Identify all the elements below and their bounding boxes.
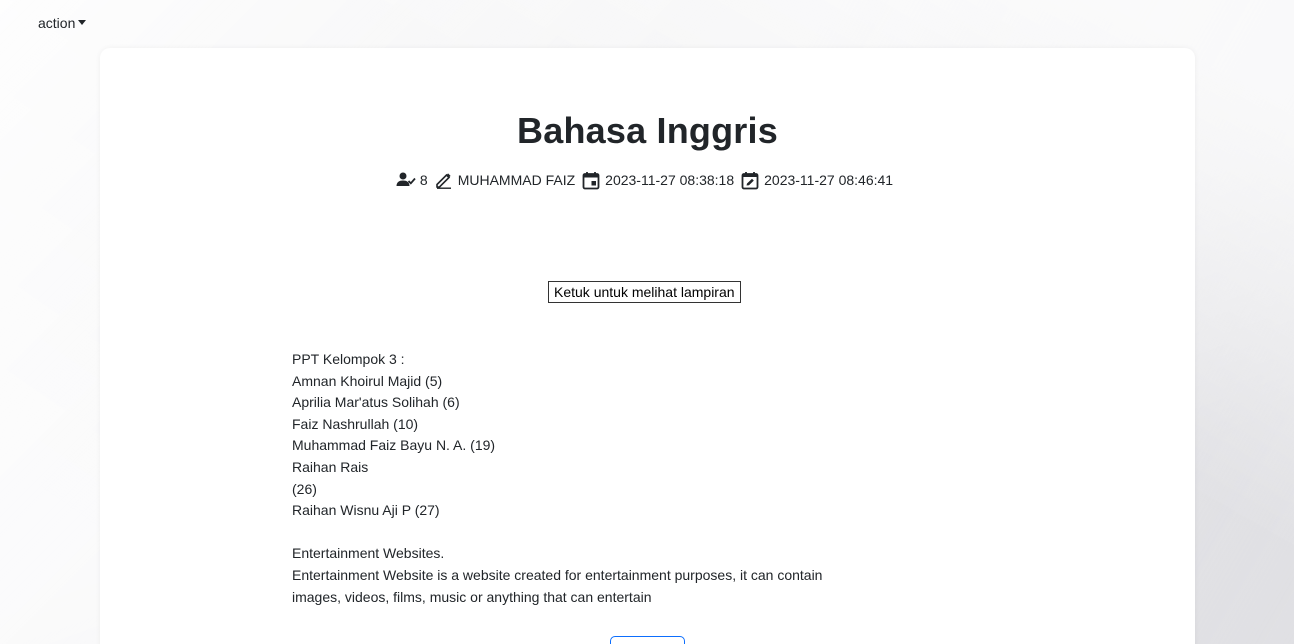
pencil-icon <box>434 170 454 190</box>
created-date: 2023-11-27 08:38:18 <box>605 172 735 188</box>
caret-down-icon <box>78 19 87 25</box>
bottom-action-button[interactable] <box>610 636 685 644</box>
body-line <box>292 522 852 544</box>
body-line: Entertainment Websites. <box>292 545 445 562</box>
person-check-icon <box>396 170 416 190</box>
body-line: Amnan Khoirul Majid (5) <box>292 372 443 389</box>
body-line: Muhammad Faiz Bayu N. A. (19) <box>292 437 496 454</box>
author-name: MUHAMMAD FAIZ <box>457 172 576 188</box>
views-count: 8 <box>419 172 428 188</box>
body-line: Aprilia Mar'atus Solihah (6) <box>292 394 460 411</box>
views-meta: 8 <box>396 170 428 190</box>
created-meta: 2023-11-27 08:38:18 <box>581 170 734 190</box>
body-line: Entertainment Website is a website creat… <box>292 566 823 583</box>
post-card: Bahasa Inggris 8 MUHAMMAD FAIZ 2023-11-2… <box>100 48 1195 644</box>
body-line: Raihan Rais <box>292 458 369 475</box>
action-dropdown[interactable]: action <box>38 15 87 31</box>
post-body: PPT Kelompok 3 : Amnan Khoirul Majid (5)… <box>292 349 852 608</box>
post-meta: 8 MUHAMMAD FAIZ 2023-11-27 08:38:18 2023… <box>100 170 1195 190</box>
calendar-event-icon <box>581 170 601 190</box>
updated-date: 2023-11-27 08:46:41 <box>764 172 894 188</box>
body-line: (26) <box>292 480 317 497</box>
updated-meta: 2023-11-27 08:46:41 <box>740 170 893 190</box>
calendar-edit-icon <box>740 170 760 190</box>
author-meta: MUHAMMAD FAIZ <box>434 170 575 190</box>
body-line: images, videos, films, music or anything… <box>292 588 652 605</box>
action-dropdown-label: action <box>38 15 76 31</box>
body-line: PPT Kelompok 3 : <box>292 351 405 367</box>
body-line: Raihan Wisnu Aji P (27) <box>292 502 440 519</box>
page-title: Bahasa Inggris <box>517 110 778 151</box>
body-line: Faiz Nashrullah (10) <box>292 415 419 432</box>
view-attachment-button[interactable]: Ketuk untuk melihat lampiran <box>548 281 741 303</box>
